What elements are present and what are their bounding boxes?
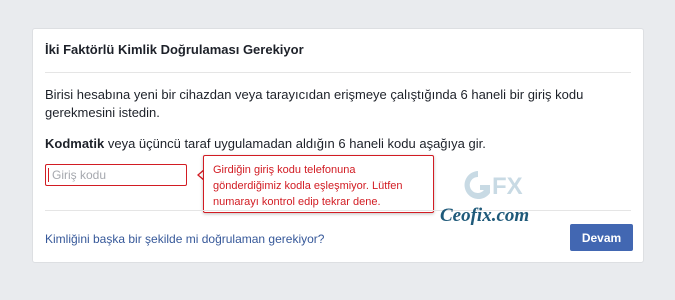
continue-button[interactable]: Devam [570,224,633,251]
login-code-input[interactable] [45,164,187,186]
divider-top [45,72,631,73]
svg-text:FX: FX [492,173,523,200]
error-tooltip: Girdiğin giriş kodu telefonuna gönderdiğ… [203,155,434,213]
dialog-description: Birisi hesabına yeni bir cihazdan veya t… [45,87,584,120]
code-instruction: Kodmatik veya üçüncü taraf uygulamadan a… [45,136,486,151]
text-cursor [48,168,49,182]
dialog-title: İki Faktörlü Kimlik Doğrulaması Gerekiyo… [45,42,304,57]
code-instruction-text: veya üçüncü taraf uygulamadan aldığın 6 … [104,136,486,151]
divider-bottom [45,210,631,211]
two-factor-dialog: İki Faktörlü Kimlik Doğrulaması Gerekiyo… [32,28,644,263]
watermark-site-name: Ceofix.com [440,205,530,226]
alternate-verification-link[interactable]: Kimliğini başka bir şekilde mi doğrulama… [45,232,324,246]
gfx-watermark-logo: FX [464,171,523,200]
code-generator-name: Kodmatik [45,136,105,151]
